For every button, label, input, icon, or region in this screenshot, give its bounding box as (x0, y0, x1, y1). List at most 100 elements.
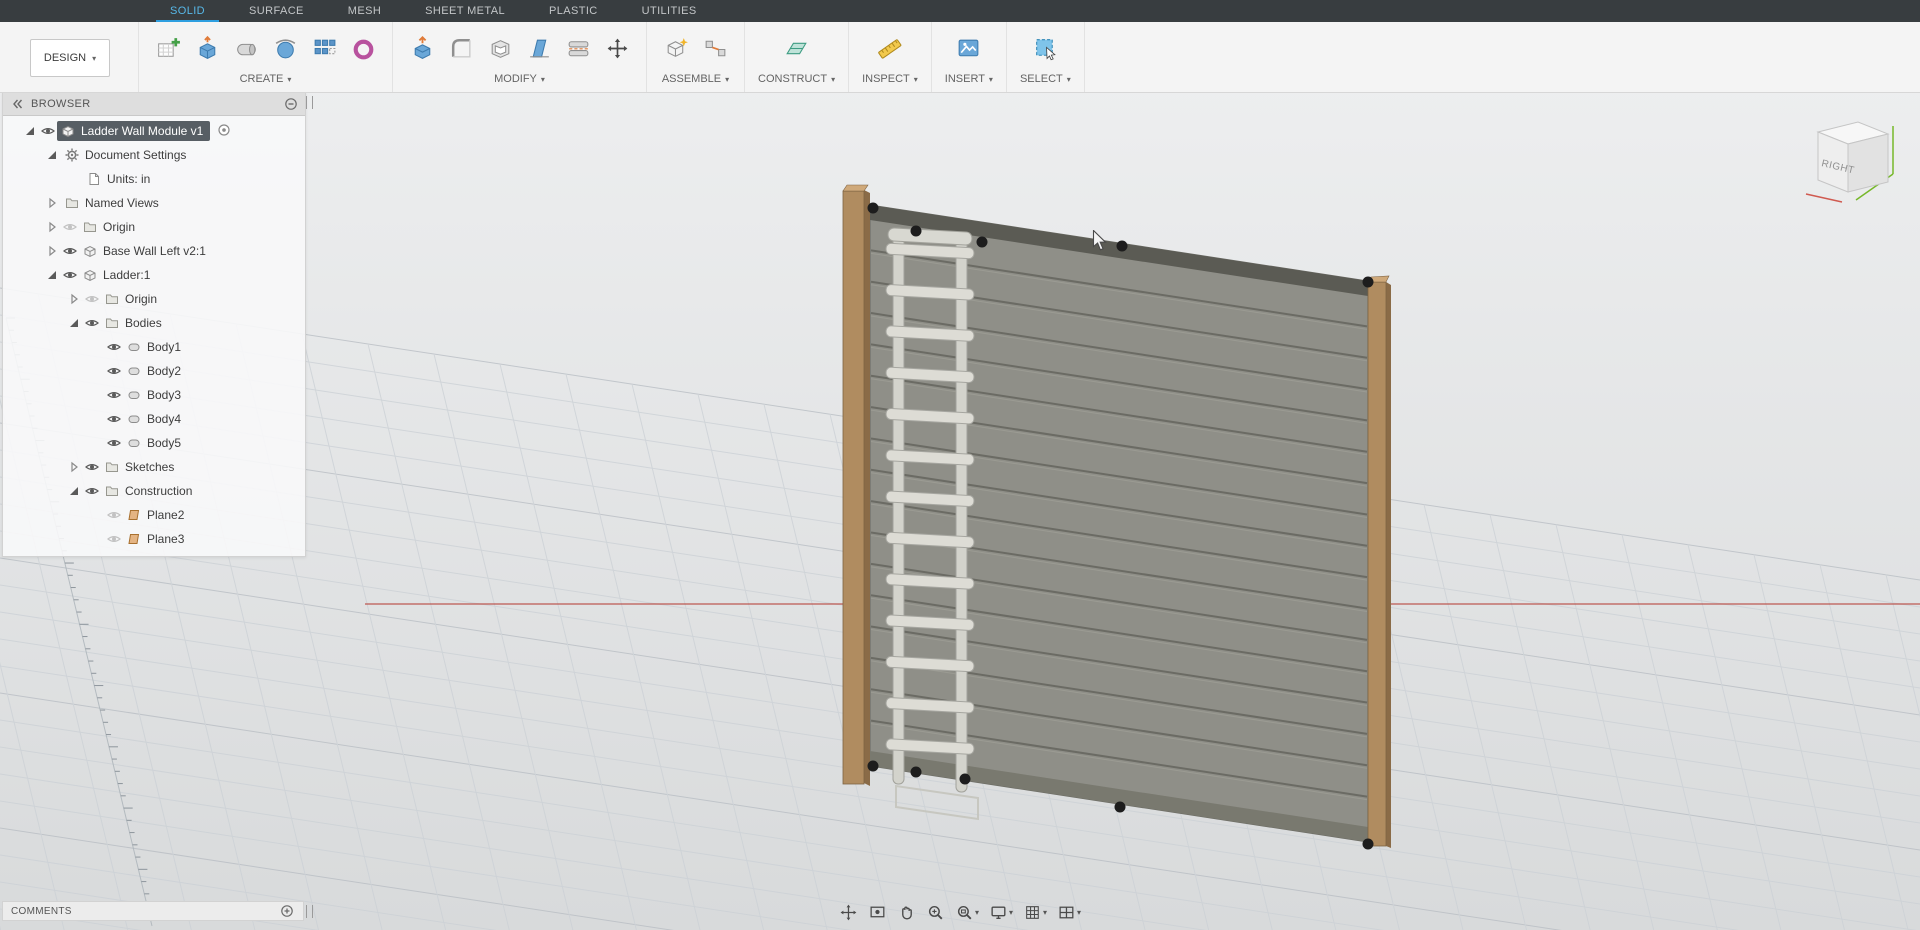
tab-sheet-metal[interactable]: SHEET METAL (403, 0, 527, 22)
tree-item[interactable]: Bodies (101, 313, 169, 333)
select-box-button[interactable] (1029, 32, 1061, 64)
tree-row-ladder-wall-module-v1[interactable]: Ladder Wall Module v1 (3, 119, 305, 143)
toolbar-menu-construct[interactable]: CONSTRUCT▾ (758, 73, 835, 92)
browser-panel-grip[interactable] (306, 96, 313, 109)
comments-bar[interactable]: COMMENTS (2, 901, 304, 921)
tree-item[interactable]: Body2 (123, 361, 188, 381)
expander-closed-icon[interactable] (43, 243, 61, 259)
comments-add-icon[interactable] (279, 903, 295, 919)
expander-closed-icon[interactable] (43, 219, 61, 235)
zoom-button[interactable] (924, 902, 947, 923)
joint-button[interactable] (699, 32, 731, 64)
tree-item[interactable]: Body5 (123, 433, 188, 453)
toolbar-menu-insert[interactable]: INSERT▾ (945, 73, 993, 92)
eye-off-icon[interactable] (61, 219, 79, 235)
tab-plastic[interactable]: PLASTIC (527, 0, 620, 22)
look-at-button[interactable] (866, 902, 889, 923)
tree-row-construction[interactable]: Construction (3, 479, 305, 503)
expander-open-icon[interactable] (43, 267, 61, 283)
eye-icon[interactable] (105, 363, 123, 379)
display-settings-button[interactable]: ▾ (987, 902, 1015, 923)
toolbar-menu-modify[interactable]: MODIFY▾ (406, 73, 633, 92)
tree-item[interactable]: Base Wall Left v2:1 (79, 241, 213, 261)
sweep-button[interactable] (269, 32, 301, 64)
tab-mesh[interactable]: MESH (326, 0, 403, 22)
expander-closed-icon[interactable] (43, 195, 61, 211)
fillet-button[interactable] (445, 32, 477, 64)
tree-row-named-views[interactable]: Named Views (3, 191, 305, 215)
tree-row-plane2[interactable]: Plane2 (3, 503, 305, 527)
extrude-button[interactable] (191, 32, 223, 64)
tree-row-plane3[interactable]: Plane3 (3, 527, 305, 551)
toolbar-menu-select[interactable]: SELECT▾ (1020, 73, 1071, 92)
toolbar-menu-inspect[interactable]: INSPECT▾ (862, 73, 918, 92)
expander-open-icon[interactable] (65, 315, 83, 331)
tree-row-sketches[interactable]: Sketches (3, 455, 305, 479)
tree-item[interactable]: Plane2 (123, 505, 191, 525)
tree-row-document-settings[interactable]: Document Settings (3, 143, 305, 167)
tree-item[interactable]: Document Settings (61, 145, 193, 165)
tree-row-body3[interactable]: Body3 (3, 383, 305, 407)
eye-icon[interactable] (83, 483, 101, 499)
tree-row-bodies[interactable]: Bodies (3, 311, 305, 335)
tree-row-body1[interactable]: Body1 (3, 335, 305, 359)
orbit-button[interactable] (837, 902, 860, 923)
draft-button[interactable] (523, 32, 555, 64)
collapse-panel-icon[interactable] (9, 96, 25, 112)
tree-row-body5[interactable]: Body5 (3, 431, 305, 455)
tree-item[interactable]: Body3 (123, 385, 188, 405)
create-sketch-button[interactable] (152, 32, 184, 64)
tree-item[interactable]: Units: in (83, 169, 157, 189)
tree-row-origin[interactable]: Origin (3, 287, 305, 311)
eye-off-icon[interactable] (83, 291, 101, 307)
expander-open-icon[interactable] (65, 483, 83, 499)
press-pull-button[interactable] (406, 32, 438, 64)
eye-icon[interactable] (61, 243, 79, 259)
tree-item[interactable]: Origin (79, 217, 142, 237)
expander-closed-icon[interactable] (65, 459, 83, 475)
toolbar-menu-create[interactable]: CREATE▾ (152, 73, 379, 92)
grid-snap-button[interactable]: ▾ (1021, 902, 1049, 923)
tree-row-body4[interactable]: Body4 (3, 407, 305, 431)
split-body-button[interactable] (562, 32, 594, 64)
eye-icon[interactable] (105, 387, 123, 403)
eye-off-icon[interactable] (105, 531, 123, 547)
construction-plane-button[interactable] (781, 32, 813, 64)
expander-closed-icon[interactable] (65, 291, 83, 307)
eye-icon[interactable] (39, 123, 57, 139)
tree-item[interactable]: Plane3 (123, 529, 191, 549)
view-cube[interactable]: RIGHT (1796, 112, 1900, 208)
fit-button[interactable]: ▾ (953, 902, 981, 923)
insert-canvas-button[interactable] (953, 32, 985, 64)
tree-row-ladder-1[interactable]: Ladder:1 (3, 263, 305, 287)
tree-item[interactable]: Sketches (101, 457, 181, 477)
tree-row-units-in[interactable]: Units: in (3, 167, 305, 191)
eye-icon[interactable] (61, 267, 79, 283)
new-component-button[interactable] (660, 32, 692, 64)
tree-item[interactable]: Body1 (123, 337, 188, 357)
tree-row-origin[interactable]: Origin (3, 215, 305, 239)
tree-item[interactable]: Origin (101, 289, 164, 309)
tab-solid[interactable]: SOLID (148, 0, 227, 22)
eye-icon[interactable] (83, 459, 101, 475)
expander-open-icon[interactable] (43, 147, 61, 163)
tree-item[interactable]: Ladder:1 (79, 265, 157, 285)
viewports-button[interactable]: ▾ (1055, 902, 1083, 923)
move-copy-button[interactable] (601, 32, 633, 64)
eye-icon[interactable] (105, 435, 123, 451)
tree-item[interactable]: Named Views (61, 193, 166, 213)
tree-item[interactable]: Body4 (123, 409, 188, 429)
toolbar-menu-assemble[interactable]: ASSEMBLE▾ (660, 73, 731, 92)
coil-button[interactable] (347, 32, 379, 64)
shell-button[interactable] (484, 32, 516, 64)
pan-button[interactable] (895, 902, 918, 923)
tab-utilities[interactable]: UTILITIES (620, 0, 719, 22)
tree-item[interactable]: Construction (101, 481, 199, 501)
measure-button[interactable] (874, 32, 906, 64)
activate-radio-icon[interactable] (215, 122, 233, 138)
revolve-button[interactable] (230, 32, 262, 64)
tab-surface[interactable]: SURFACE (227, 0, 326, 22)
panel-minimize-icon[interactable] (283, 96, 299, 112)
expander-open-icon[interactable] (21, 123, 39, 139)
tree-item[interactable]: Ladder Wall Module v1 (57, 121, 210, 141)
